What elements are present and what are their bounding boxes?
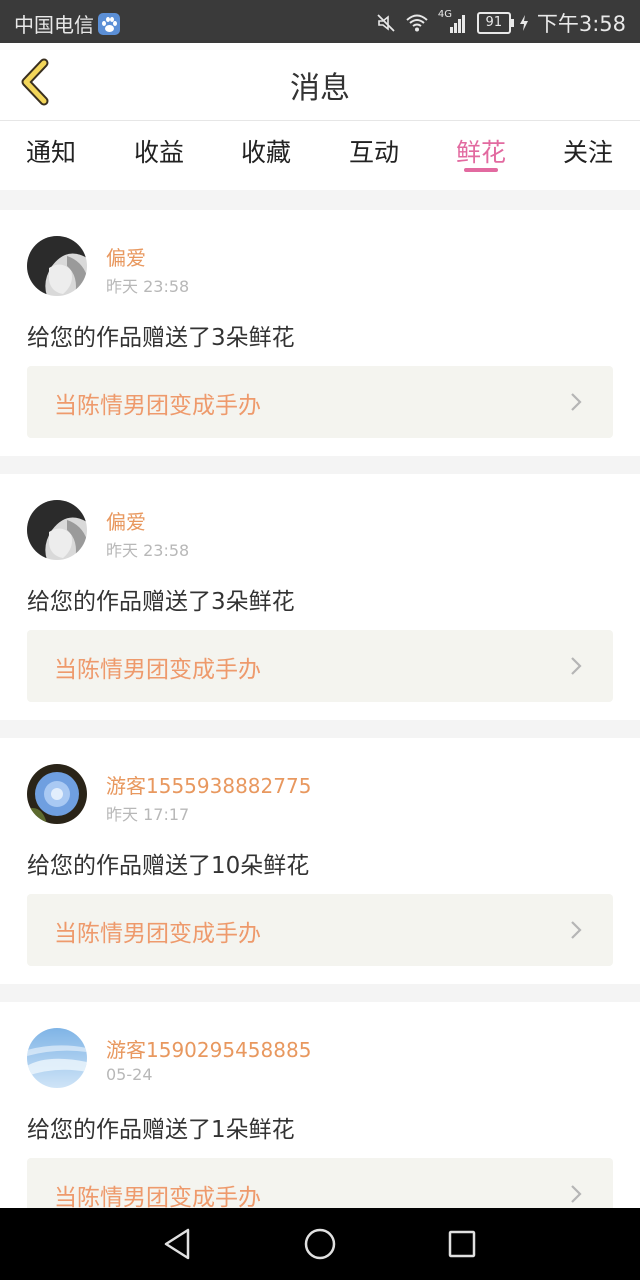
tab-flowers[interactable]: 鲜花 xyxy=(456,133,506,169)
active-tab-indicator xyxy=(464,168,498,172)
chevron-right-icon xyxy=(571,921,582,939)
tab-follows[interactable]: 关注 xyxy=(563,133,613,169)
work-link[interactable]: 当陈情男团变成手办 xyxy=(27,894,613,966)
avatar[interactable] xyxy=(27,764,87,824)
tab-favorites[interactable]: 收藏 xyxy=(241,133,291,169)
message-text: 给您的作品赠送了10朵鲜花 xyxy=(27,853,310,879)
clock: 下午3:58 xyxy=(536,12,626,36)
sender-name[interactable]: 游客1590295458885 xyxy=(106,1034,311,1063)
recents-square-icon[interactable] xyxy=(442,1224,482,1264)
avatar[interactable] xyxy=(27,236,87,296)
title-bar: 消息 xyxy=(0,43,640,120)
list-item: 偏爱 昨天 23:58 给您的作品赠送了3朵鲜花 当陈情男团变成手办 xyxy=(0,474,640,720)
list-item: 偏爱 昨天 23:58 给您的作品赠送了3朵鲜花 当陈情男团变成手办 xyxy=(0,210,640,456)
tab-notifications[interactable]: 通知 xyxy=(26,133,76,169)
chevron-right-icon xyxy=(571,657,582,675)
message-text: 给您的作品赠送了3朵鲜花 xyxy=(27,589,295,615)
work-title: 当陈情男团变成手办 xyxy=(54,393,261,419)
battery-icon: 91 xyxy=(476,12,514,34)
work-link[interactable]: 当陈情男团变成手办 xyxy=(27,366,613,438)
status-bar-right: 4G 91 下午3:58 xyxy=(376,8,626,38)
avatar[interactable] xyxy=(27,1028,87,1088)
chevron-right-icon xyxy=(571,393,582,411)
signal-icon: 4G xyxy=(438,9,468,34)
status-bar: 中国电信 4G 91 下午3:58 xyxy=(0,0,640,43)
tab-interactions[interactable]: 互动 xyxy=(349,133,399,169)
baidu-paw-icon xyxy=(98,12,120,35)
list-item: 游客1590295458885 05-24 给您的作品赠送了1朵鲜花 当陈情男团… xyxy=(0,1002,640,1208)
work-title: 当陈情男团变成手办 xyxy=(54,1185,261,1208)
battery-level: 91 xyxy=(485,15,503,30)
message-text: 给您的作品赠送了1朵鲜花 xyxy=(27,1117,295,1143)
message-time: 昨天 17:17 xyxy=(106,805,190,824)
message-time: 05-24 xyxy=(106,1065,153,1084)
sender-name[interactable]: 游客1555938882775 xyxy=(106,770,311,799)
tab-earnings[interactable]: 收益 xyxy=(134,133,184,169)
work-link[interactable]: 当陈情男团变成手办 xyxy=(27,1158,613,1208)
status-bar-left: 中国电信 xyxy=(14,9,120,38)
message-text: 给您的作品赠送了3朵鲜花 xyxy=(27,325,295,351)
chevron-right-icon xyxy=(571,1185,582,1203)
back-triangle-icon[interactable] xyxy=(158,1224,198,1264)
work-title: 当陈情男团变成手办 xyxy=(54,921,261,947)
page-title: 消息 xyxy=(290,71,350,106)
home-circle-icon[interactable] xyxy=(300,1224,340,1264)
avatar[interactable] xyxy=(27,500,87,560)
sender-name[interactable]: 偏爱 xyxy=(106,506,146,535)
message-time: 昨天 23:58 xyxy=(106,541,190,560)
charging-icon xyxy=(519,15,528,31)
work-link[interactable]: 当陈情男团变成手办 xyxy=(27,630,613,702)
sender-name[interactable]: 偏爱 xyxy=(106,242,146,271)
mute-icon xyxy=(377,14,395,32)
carrier-name: 中国电信 xyxy=(14,13,94,37)
wifi-icon xyxy=(406,14,428,32)
message-time: 昨天 23:58 xyxy=(106,277,190,296)
flower-message-list[interactable]: 偏爱 昨天 23:58 给您的作品赠送了3朵鲜花 当陈情男团变成手办 偏爱 昨天… xyxy=(0,190,640,1208)
work-title: 当陈情男团变成手办 xyxy=(54,657,261,683)
list-item: 游客1555938882775 昨天 17:17 给您的作品赠送了10朵鲜花 当… xyxy=(0,738,640,984)
system-navigation-bar xyxy=(0,1208,640,1280)
tab-bar: 通知 收益 收藏 互动 鲜花 关注 xyxy=(0,120,640,191)
